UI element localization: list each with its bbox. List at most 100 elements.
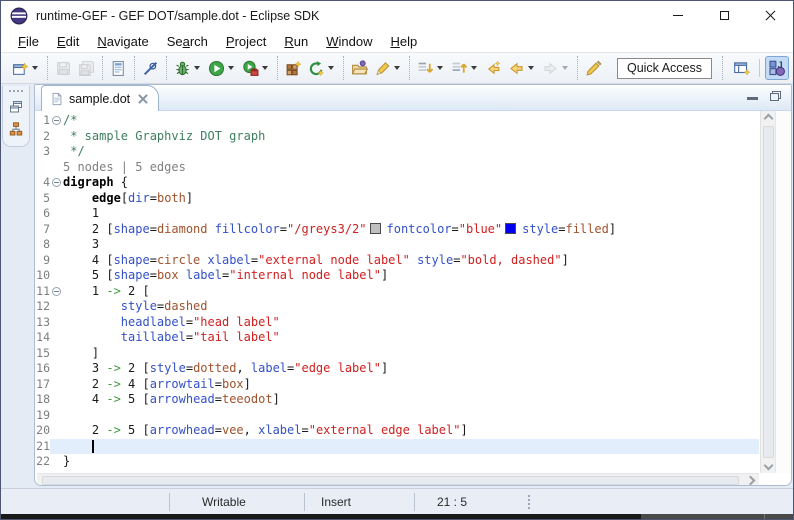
open-perspective-button[interactable] — [730, 56, 754, 80]
code-line[interactable]: 9 4 [shape=circle xlabel="external node … — [35, 253, 759, 269]
code-line[interactable]: 12 style=dashed — [35, 299, 759, 315]
code-text[interactable]: /* — [63, 113, 759, 129]
code-line[interactable]: 2 * sample Graphviz DOT graph — [35, 129, 759, 145]
fold-collapse-icon[interactable] — [52, 116, 61, 125]
code-text[interactable]: */ — [63, 144, 759, 160]
code-line[interactable]: 17 2 -> 4 [arrowtail=box] — [35, 377, 759, 393]
update-button[interactable] — [305, 57, 339, 80]
quick-access-input[interactable]: Quick Access — [617, 58, 712, 79]
dropdown-arrow-icon[interactable] — [394, 66, 400, 70]
code-text[interactable]: taillabel="tail label" — [63, 330, 759, 346]
code-text[interactable]: 1 — [63, 206, 759, 222]
close-button[interactable] — [747, 1, 793, 30]
java-perspective-button[interactable]: J — [765, 56, 789, 80]
tab-close-icon[interactable] — [138, 94, 148, 104]
run-button[interactable] — [205, 57, 239, 80]
scroll-right-icon[interactable] — [746, 476, 756, 486]
code-text[interactable]: } — [63, 454, 759, 470]
menu-file[interactable]: File — [9, 32, 48, 51]
maximize-editor-icon[interactable] — [770, 91, 781, 101]
code-text[interactable]: * sample Graphviz DOT graph — [63, 129, 759, 145]
scroll-up-icon[interactable] — [763, 114, 773, 124]
text-editor[interactable]: 1/*2 * sample Graphviz DOT graph3 */5 no… — [35, 111, 791, 473]
code-text[interactable]: 3 — [63, 237, 759, 253]
outline-view-button[interactable] — [5, 118, 27, 140]
dropdown-arrow-icon[interactable] — [32, 66, 38, 70]
code-line[interactable]: 19 — [35, 408, 759, 424]
code-text[interactable]: style=dashed — [63, 299, 759, 315]
code-text[interactable]: 4 -> 5 [arrowhead=teeodot] — [63, 392, 759, 408]
scroll-down-icon[interactable] — [763, 461, 773, 471]
code-line[interactable]: 18 4 -> 5 [arrowhead=teeodot] — [35, 392, 759, 408]
code-line[interactable]: 6 1 — [35, 206, 759, 222]
horizontal-scroll-thumb[interactable] — [42, 476, 739, 485]
code-line[interactable]: 3 */ — [35, 144, 759, 160]
annotate-button[interactable] — [371, 57, 405, 80]
code-line[interactable]: 15 ] — [35, 346, 759, 362]
code-line[interactable]: 20 2 -> 5 [arrowhead=vee, xlabel="extern… — [35, 423, 759, 439]
code-mining-text[interactable]: 5 nodes | 5 edges — [63, 160, 186, 174]
code-text[interactable]: headlabel="head label" — [63, 315, 759, 331]
code-mining-line[interactable]: 5 nodes | 5 edges — [35, 160, 759, 176]
menu-project[interactable]: Project — [217, 32, 275, 51]
code-line[interactable]: 7 2 [shape=diamond fillcolor="/greys3/2"… — [35, 222, 759, 238]
code-line[interactable]: 22} — [35, 454, 759, 470]
code-line[interactable]: 5 edge[dir=both] — [35, 191, 759, 207]
dropdown-arrow-icon[interactable] — [328, 66, 334, 70]
new-button[interactable] — [9, 57, 43, 80]
menu-navigate[interactable]: Navigate — [88, 32, 157, 51]
debug-button[interactable] — [171, 57, 205, 80]
fold-collapse-icon[interactable] — [52, 287, 61, 296]
menu-search[interactable]: Search — [158, 32, 217, 51]
dropdown-arrow-icon[interactable] — [471, 66, 477, 70]
dropdown-arrow-icon[interactable] — [262, 66, 268, 70]
new-plugin-button[interactable] — [282, 57, 305, 80]
code-text[interactable] — [63, 408, 759, 424]
status-drag-handle[interactable] — [528, 495, 530, 509]
horizontal-scrollbar[interactable] — [37, 473, 759, 486]
code-line[interactable]: 10 5 [shape=box label="internal node lab… — [35, 268, 759, 284]
code-text[interactable]: 2 -> 5 [arrowhead=vee, xlabel="external … — [63, 423, 759, 439]
tab-sample-dot[interactable]: sample.dot — [41, 85, 159, 111]
code-text[interactable] — [63, 439, 759, 455]
code-text[interactable]: digraph { — [63, 175, 759, 191]
skip-all-breakpoints-button[interactable] — [139, 57, 162, 80]
code-line[interactable]: 11 1 -> 2 [ — [35, 284, 759, 300]
dropdown-arrow-icon[interactable] — [194, 66, 200, 70]
minimize-button[interactable] — [655, 1, 701, 30]
code-line[interactable]: 13 headlabel="head label" — [35, 315, 759, 331]
next-annotation-button[interactable] — [414, 57, 448, 80]
code-line[interactable]: 1/* — [35, 113, 759, 129]
code-text[interactable]: 3 -> 2 [style=dotted, label="edge label"… — [63, 361, 759, 377]
previous-annotation-button[interactable] — [448, 57, 482, 80]
menu-run[interactable]: Run — [275, 32, 317, 51]
code-text[interactable]: 5 nodes | 5 edges — [63, 160, 759, 176]
code-line[interactable]: 16 3 -> 2 [style=dotted, label="edge lab… — [35, 361, 759, 377]
dropdown-arrow-icon[interactable] — [562, 66, 568, 70]
dropdown-arrow-icon[interactable] — [437, 66, 443, 70]
dropdown-arrow-icon[interactable] — [228, 66, 234, 70]
restore-views-button[interactable] — [5, 96, 27, 118]
code-line[interactable]: 4digraph { — [35, 175, 759, 191]
code-text[interactable]: 5 [shape=box label="internal node label"… — [63, 268, 759, 284]
code-text[interactable]: 1 -> 2 [ — [63, 284, 759, 300]
code-text[interactable]: ] — [63, 346, 759, 362]
menu-window[interactable]: Window — [317, 32, 381, 51]
overview-ruler[interactable] — [775, 111, 791, 473]
code-text[interactable]: 2 [shape=diamond fillcolor="/greys3/2"fo… — [63, 222, 759, 238]
code-text[interactable]: 2 -> 4 [arrowtail=box] — [63, 377, 759, 393]
code-line[interactable]: 14 taillabel="tail label" — [35, 330, 759, 346]
code-text[interactable]: edge[dir=both] — [63, 191, 759, 207]
open-element-button[interactable] — [107, 57, 130, 80]
vertical-scrollbar[interactable] — [760, 111, 775, 473]
code-line[interactable]: 8 3 — [35, 237, 759, 253]
last-edit-location-button[interactable] — [482, 57, 505, 80]
trim-drag-handle[interactable] — [9, 90, 23, 92]
menu-edit[interactable]: Edit — [48, 32, 88, 51]
maximize-button[interactable] — [701, 1, 747, 30]
fold-collapse-icon[interactable] — [52, 178, 61, 187]
open-resource-button[interactable] — [348, 57, 371, 80]
mark-occurrences-button[interactable] — [582, 57, 605, 80]
back-button[interactable] — [505, 57, 539, 80]
code-text[interactable]: 4 [shape=circle xlabel="external node la… — [63, 253, 759, 269]
